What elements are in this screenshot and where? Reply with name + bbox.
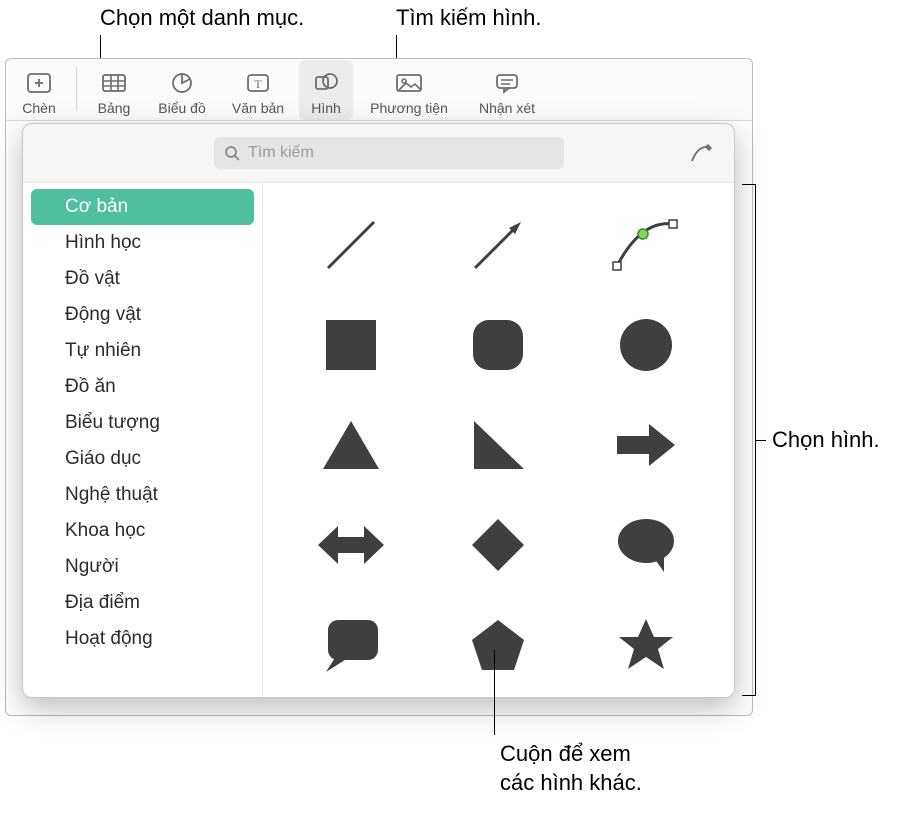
shape-circle[interactable]: [578, 297, 714, 393]
toolbar-separator: [76, 66, 77, 110]
popover-body: Cơ bản Hình học Đồ vật Động vật Tự nhiên…: [23, 182, 734, 697]
toolbar-label: Phương tiện: [370, 100, 448, 116]
toolbar-label: Bảng: [98, 100, 131, 116]
toolbar-comment-button[interactable]: Nhận xét: [465, 60, 549, 120]
shape-right-triangle[interactable]: [431, 397, 567, 493]
popover-header: [23, 124, 734, 182]
search-input[interactable]: [248, 144, 554, 162]
shape-star[interactable]: [578, 597, 714, 693]
callout-line: [494, 650, 495, 735]
shape-arrow-line[interactable]: [431, 197, 567, 293]
callout-choose-shape: Chọn hình.: [772, 426, 880, 455]
shape-grid: [263, 183, 734, 697]
category-item-arts[interactable]: Nghệ thuật: [31, 477, 254, 513]
shape-line[interactable]: [283, 197, 419, 293]
shape-arrow-right[interactable]: [578, 397, 714, 493]
shape-square[interactable]: [283, 297, 419, 393]
toolbar-shape-button[interactable]: Hình: [299, 60, 353, 120]
toolbar-label: Nhận xét: [479, 100, 535, 116]
pen-icon: [688, 141, 714, 165]
category-item-science[interactable]: Khoa học: [31, 513, 254, 549]
category-item-places[interactable]: Địa điểm: [31, 585, 254, 621]
shape-speech-bubble[interactable]: [578, 497, 714, 593]
search-icon: [224, 145, 240, 161]
category-item-nature[interactable]: Tự nhiên: [31, 333, 254, 369]
media-icon: [394, 70, 424, 96]
toolbar-label: Văn bản: [232, 100, 284, 116]
toolbar-text-button[interactable]: T Văn bản: [223, 60, 293, 120]
callout-scroll-more: Cuộn để xem các hình khác.: [500, 740, 642, 797]
svg-text:T: T: [254, 77, 262, 91]
callout-line: [756, 440, 766, 441]
category-item-education[interactable]: Giáo dục: [31, 441, 254, 477]
shape-diamond[interactable]: [431, 497, 567, 593]
shape-bezier-curve[interactable]: [578, 197, 714, 293]
draw-shape-button[interactable]: [684, 138, 718, 168]
shape-pentagon[interactable]: [431, 597, 567, 693]
toolbar-table-button[interactable]: Bảng: [87, 60, 141, 120]
toolbar: Chèn Bảng Biểu đồ T Văn bản Hình: [6, 59, 752, 121]
chart-icon: [167, 70, 197, 96]
category-item-objects[interactable]: Đồ vật: [31, 261, 254, 297]
plus-icon: [24, 70, 54, 96]
toolbar-label: Chèn: [22, 100, 55, 116]
category-item-basic[interactable]: Cơ bản: [31, 189, 254, 225]
shape-triangle[interactable]: [283, 397, 419, 493]
shape-callout-rect[interactable]: [283, 597, 419, 693]
table-icon: [99, 70, 129, 96]
toolbar-chart-button[interactable]: Biểu đồ: [147, 60, 217, 120]
toolbar-label: Hình: [311, 100, 341, 116]
callout-search-shapes: Tìm kiếm hình.: [396, 4, 541, 33]
category-item-people[interactable]: Người: [31, 549, 254, 585]
shape-icon: [311, 70, 341, 96]
category-item-symbols[interactable]: Biểu tượng: [31, 405, 254, 441]
category-item-animals[interactable]: Động vật: [31, 297, 254, 333]
comment-icon: [492, 70, 522, 96]
toolbar-media-button[interactable]: Phương tiện: [359, 60, 459, 120]
text-icon: T: [243, 70, 273, 96]
callout-choose-category: Chọn một danh mục.: [100, 4, 304, 33]
toolbar-label: Biểu đồ: [158, 100, 205, 116]
shapes-popover: Cơ bản Hình học Đồ vật Động vật Tự nhiên…: [22, 123, 735, 698]
category-item-activities[interactable]: Hoạt động: [31, 621, 254, 657]
category-item-geometry[interactable]: Hình học: [31, 225, 254, 261]
search-field-wrap[interactable]: [214, 137, 564, 169]
category-item-food[interactable]: Đồ ăn: [31, 369, 254, 405]
category-list[interactable]: Cơ bản Hình học Đồ vật Động vật Tự nhiên…: [23, 183, 263, 697]
shape-arrow-bidir[interactable]: [283, 497, 419, 593]
shape-rounded-square[interactable]: [431, 297, 567, 393]
toolbar-insert-button[interactable]: Chèn: [12, 60, 66, 120]
callout-bracket: [742, 184, 756, 696]
